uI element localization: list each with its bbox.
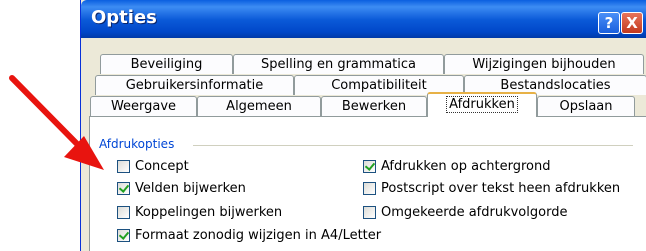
tab-opslaan[interactable]: Opslaan: [537, 96, 635, 116]
checkbox-velden-bijwerken[interactable]: [117, 182, 130, 195]
option-formaat-wijzigen[interactable]: Formaat zonodig wijzigen in A4/Letter: [117, 228, 381, 243]
close-button[interactable]: X: [621, 12, 643, 34]
label-afdrukken-achtergrond: Afdrukken op achtergrond: [381, 159, 551, 174]
label-postscript: Postscript over tekst heen afdrukken: [381, 181, 621, 196]
tab-beveiliging[interactable]: Beveiliging: [100, 54, 233, 74]
label-formaat-wijzigen: Formaat zonodig wijzigen in A4/Letter: [135, 228, 382, 243]
option-velden-bijwerken[interactable]: Velden bijwerken: [117, 181, 246, 196]
group-divider: [193, 145, 633, 146]
tab-algemeen[interactable]: Algemeen: [197, 96, 321, 116]
checkbox-postscript[interactable]: [363, 182, 376, 195]
title-bar[interactable]: Opties ? X: [81, 0, 646, 38]
option-concept[interactable]: Concept: [117, 159, 189, 174]
tab-spelling-en-grammatica[interactable]: Spelling en grammatica: [233, 54, 444, 74]
label-velden-bijwerken: Velden bijwerken: [135, 181, 246, 196]
checkbox-afdrukken-achtergrond[interactable]: [363, 160, 376, 173]
tab-wijzigingen-bijhouden[interactable]: Wijzigingen bijhouden: [444, 54, 644, 74]
print-options-panel: Afdrukopties Concept Velden bijwerken Ko…: [89, 116, 646, 251]
label-koppelingen-bijwerken: Koppelingen bijwerken: [135, 205, 283, 220]
checkbox-omgekeerde-volgorde[interactable]: [363, 206, 376, 219]
tab-gebruikersinformatie[interactable]: Gebruikersinformatie: [95, 75, 294, 95]
tab-afdrukken-label: Afdrukken: [446, 96, 518, 113]
tab-afdrukken[interactable]: Afdrukken: [427, 92, 537, 117]
group-title: Afdrukopties: [99, 137, 175, 151]
checkbox-concept[interactable]: [117, 160, 130, 173]
checkbox-koppelingen-bijwerken[interactable]: [117, 206, 130, 219]
checkbox-formaat-wijzigen[interactable]: [117, 229, 130, 242]
options-dialog: Opties ? X Beveiliging Spelling en gramm…: [80, 0, 646, 251]
label-concept: Concept: [135, 159, 189, 174]
option-afdrukken-achtergrond[interactable]: Afdrukken op achtergrond: [363, 159, 550, 174]
label-omgekeerde-volgorde: Omgekeerde afdrukvolgorde: [381, 205, 568, 220]
option-postscript[interactable]: Postscript over tekst heen afdrukken: [363, 181, 620, 196]
red-arrow-icon: [9, 75, 104, 170]
help-button[interactable]: ?: [598, 12, 620, 34]
option-koppelingen-bijwerken[interactable]: Koppelingen bijwerken: [117, 205, 282, 220]
tab-bewerken[interactable]: Bewerken: [321, 96, 427, 116]
option-omgekeerde-volgorde[interactable]: Omgekeerde afdrukvolgorde: [363, 205, 567, 220]
